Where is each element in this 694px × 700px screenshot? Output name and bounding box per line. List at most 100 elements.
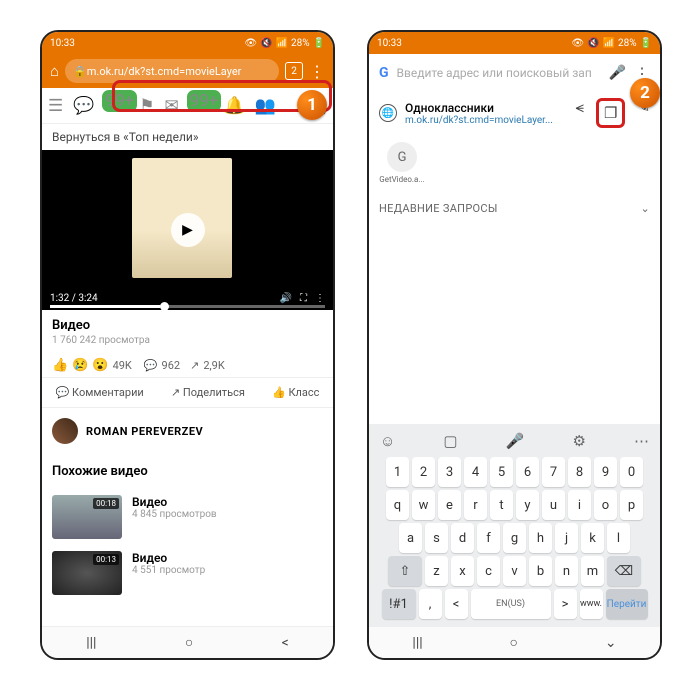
comment-count: 962 [162,359,181,372]
emoji-icon[interactable]: ☺ [380,432,395,450]
key-o[interactable]: o [594,490,617,520]
mic-icon[interactable]: 🎤 [609,65,626,81]
key-x[interactable]: x [451,556,474,586]
lang-next-key[interactable]: > [554,589,577,619]
battery-pct: 28% [618,38,637,49]
status-time: 10:33 [50,38,75,49]
status-bar: 10:33 👁 🔇 📶 28% 🔋 [369,32,660,54]
key-9[interactable]: 9 [594,457,617,487]
like-emoji[interactable]: 👍 [52,358,68,373]
comments-button[interactable]: 💬 Комментарии [56,386,144,399]
key-t[interactable]: t [490,490,513,520]
related-item[interactable]: 00:18 Видео4 845 просмотров [42,489,333,545]
key-i[interactable]: i [568,490,591,520]
home-icon[interactable]: ⌂ [50,62,59,80]
key-8[interactable]: 8 [568,457,591,487]
key-j[interactable]: j [555,523,578,553]
key-h[interactable]: h [529,523,552,553]
symbols-key[interactable]: !#1 [382,589,416,619]
key-k[interactable]: k [581,523,604,553]
battery-pct: 28% [291,38,310,49]
key-u[interactable]: u [542,490,565,520]
fullscreen-icon[interactable]: ⛶ [300,293,307,304]
key-v[interactable]: v [503,556,526,586]
menu-dots-icon[interactable]: ⋮ [309,62,325,81]
key-c[interactable]: c [477,556,500,586]
play-button[interactable]: ▶ [171,213,205,247]
nav-home-icon[interactable]: ○ [185,634,193,651]
related-title: Видео [132,551,205,565]
related-item[interactable]: 00:13 Видео4 551 просмотр [42,545,333,601]
key-y[interactable]: y [516,490,539,520]
key-g[interactable]: g [503,523,526,553]
globe-icon: 🌐 [379,104,397,122]
shift-key[interactable]: ⇧ [388,556,422,586]
gear-icon[interactable]: ⚙ [572,432,585,450]
key-2[interactable]: 2 [412,457,435,487]
kbd-more-icon[interactable]: ⋯ [634,432,649,450]
back-to-top-link[interactable]: Вернуться в «Топ недели» [42,124,333,150]
key-e[interactable]: e [438,490,461,520]
volume-icon[interactable]: 🔊 [280,293,292,304]
comma-key[interactable]: , [419,589,442,619]
share-icon[interactable]: ↗ [190,359,199,372]
kbd-mic-icon[interactable]: 🎤 [506,432,525,450]
copy-icon[interactable]: ❐ [596,98,625,128]
backspace-key[interactable]: ⌫ [607,556,641,586]
share-icon[interactable]: ⪪ [576,98,584,128]
android-nav: ||| ○ ⌄ [369,626,660,658]
key-l[interactable]: l [607,523,630,553]
key-d[interactable]: d [451,523,474,553]
shortcut-item[interactable]: G GetVideo.a... [379,142,425,184]
tab-count[interactable]: 2 [285,62,303,80]
key-6[interactable]: 6 [516,457,539,487]
sad-emoji[interactable]: 😢 [72,358,88,373]
lock-icon: 🔒 [73,65,87,78]
sticker-icon[interactable]: ▢ [443,432,457,450]
video-player[interactable]: ▶ 1:32 / 3:24 🔊 ⛶ ⋮ [42,150,333,310]
key-p[interactable]: p [620,490,643,520]
wow-emoji[interactable]: 😮 [92,358,108,373]
phone-right: 10:33 👁 🔇 📶 28% 🔋 G Введите адрес или по… [367,30,662,660]
key-f[interactable]: f [477,523,500,553]
nav-back-icon[interactable]: ⌄ [605,635,617,651]
www-key[interactable]: www. [580,589,603,619]
key-n[interactable]: n [555,556,578,586]
action-bar: 💬 Комментарии ↗ Поделиться 👍 Класс [42,377,333,408]
key-b[interactable]: b [529,556,552,586]
seek-bar[interactable] [50,305,325,308]
key-1[interactable]: 1 [386,457,409,487]
key-q[interactable]: q [386,490,409,520]
key-w[interactable]: w [412,490,435,520]
status-icons: 👁 🔇 📶 28% 🔋 [571,38,652,49]
key-7[interactable]: 7 [542,457,565,487]
space-key[interactable]: EN(US) [471,589,551,619]
tab-title: Одноклассники [405,101,568,115]
lang-prev-key[interactable]: < [445,589,468,619]
hamburger-icon[interactable]: ☰ [48,96,63,116]
key-4[interactable]: 4 [464,457,487,487]
key-m[interactable]: m [581,556,604,586]
related-thumb: 00:13 [52,551,122,595]
klass-button[interactable]: 👍 Класс [272,386,319,399]
key-s[interactable]: s [425,523,448,553]
key-z[interactable]: z [425,556,448,586]
author-row[interactable]: ROMAN PEREVERZEV [42,408,333,454]
key-3[interactable]: 3 [438,457,461,487]
key-a[interactable]: a [399,523,422,553]
key-r[interactable]: r [464,490,487,520]
key-5[interactable]: 5 [490,457,513,487]
search-input[interactable]: Введите адрес или поисковый зап [397,66,601,80]
nav-home-icon[interactable]: ○ [510,634,518,651]
key-0[interactable]: 0 [620,457,643,487]
nav-recent-icon[interactable]: ||| [86,635,96,651]
kbd-toolbar: ☺ ▢ 🎤 ⚙ ⋯ [372,428,657,454]
callout-1: 1 [297,90,327,120]
nav-back-icon[interactable]: < [282,635,289,651]
nav-recent-icon[interactable]: ||| [412,635,422,651]
comment-icon[interactable]: 💬 [144,359,158,372]
share-button[interactable]: ↗ Поделиться [171,386,245,399]
recent-heading[interactable]: НЕДАВНИЕ ЗАПРОСЫ ⌄ [369,192,660,225]
video-menu-icon[interactable]: ⋮ [315,293,325,304]
enter-key[interactable]: Перейти [606,589,648,619]
